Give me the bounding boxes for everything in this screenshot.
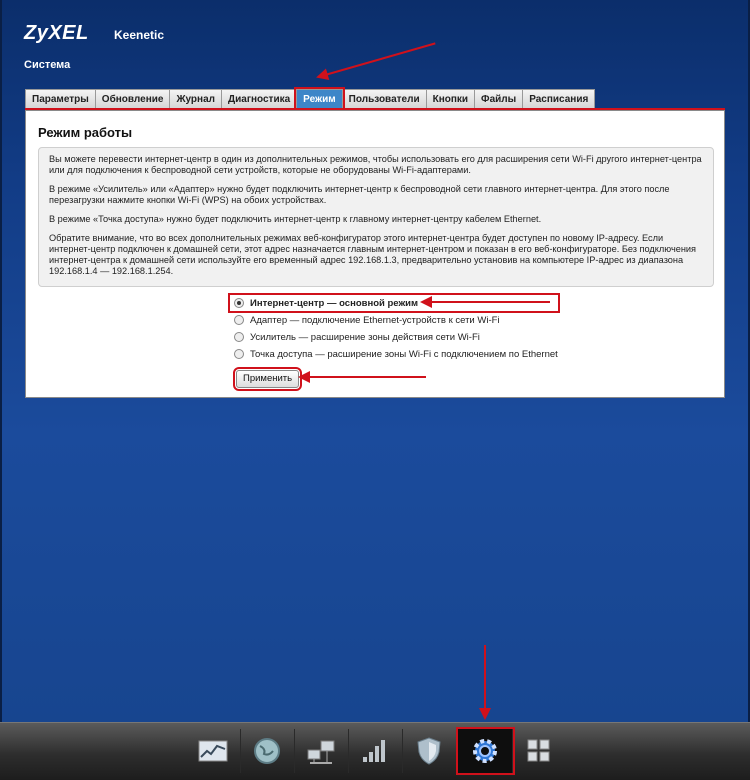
radio-label: Интернет-центр — основной режим — [250, 297, 419, 309]
mode-radio-group: Интернет-центр — основной режим Адаптер … — [228, 293, 560, 363]
mode-radio-main[interactable]: Интернет-центр — основной режим — [228, 293, 560, 313]
radio-label: Точка доступа — расширение зоны Wi-Fi с … — [250, 348, 558, 360]
info-paragraph: Обратите внимание, что во всех дополните… — [49, 233, 697, 276]
monitor-chart-icon[interactable] — [186, 729, 241, 773]
annotation-arrow-apply — [298, 371, 426, 383]
info-paragraph: Вы можете перевести интернет-центр в оди… — [49, 154, 702, 175]
mode-radio-access-point[interactable]: Точка доступа — расширение зоны Wi-Fi с … — [234, 346, 558, 362]
signal-bars-icon[interactable] — [348, 729, 403, 773]
mode-panel: Режим работы Вы можете перевести интерне… — [25, 110, 725, 398]
radio-dot[interactable] — [234, 315, 244, 325]
panel-title: Режим работы — [38, 125, 133, 140]
tab-schedules[interactable]: Расписания — [522, 89, 596, 108]
tab-diagnostics[interactable]: Диагностика — [220, 89, 298, 108]
tab-parameters[interactable]: Параметры — [25, 89, 96, 108]
annotation-arrow-gear-head — [479, 708, 491, 720]
radio-dot[interactable] — [234, 349, 244, 359]
mode-radio-adapter[interactable]: Адаптер — подключение Ethernet-устройств… — [234, 312, 558, 328]
radio-dot[interactable] — [234, 332, 244, 342]
tab-buttons[interactable]: Кнопки — [425, 89, 476, 108]
product-name: Keenetic — [114, 28, 165, 42]
annotation-arrow-radio — [420, 296, 550, 308]
mode-radio-repeater[interactable]: Усилитель — расширение зоны действия сет… — [234, 329, 558, 345]
radio-label: Адаптер — подключение Ethernet-устройств… — [250, 314, 500, 326]
tab-files[interactable]: Файлы — [474, 89, 524, 108]
info-paragraph: В режиме «Усилитель» или «Адаптер» нужно… — [49, 184, 670, 205]
tab-update[interactable]: Обновление — [94, 89, 171, 108]
gear-icon[interactable] — [456, 727, 515, 775]
shield-icon[interactable] — [402, 729, 457, 773]
tab-bar: Параметры Обновление Журнал Диагностика … — [25, 87, 596, 110]
tab-users[interactable]: Пользователи — [341, 89, 427, 108]
radio-dot-checked[interactable] — [234, 298, 244, 308]
radio-label: Усилитель — расширение зоны действия сет… — [250, 331, 480, 343]
bottom-taskbar — [0, 722, 750, 780]
tab-mode[interactable]: Режим — [294, 87, 345, 110]
globe-icon[interactable] — [240, 729, 295, 773]
apps-grid-icon[interactable] — [512, 729, 566, 773]
zyxel-logo: ZyXEL — [24, 22, 89, 44]
network-computers-icon[interactable] — [294, 729, 349, 773]
info-paragraph: В режиме «Точка доступа» нужно будет под… — [49, 214, 542, 224]
tab-log[interactable]: Журнал — [169, 89, 222, 108]
section-title: Система — [24, 59, 71, 71]
info-box: Вы можете перевести интернет-центр в оди… — [38, 147, 714, 287]
apply-button[interactable]: Применить — [232, 367, 303, 391]
annotation-arrow-gear — [484, 645, 486, 712]
